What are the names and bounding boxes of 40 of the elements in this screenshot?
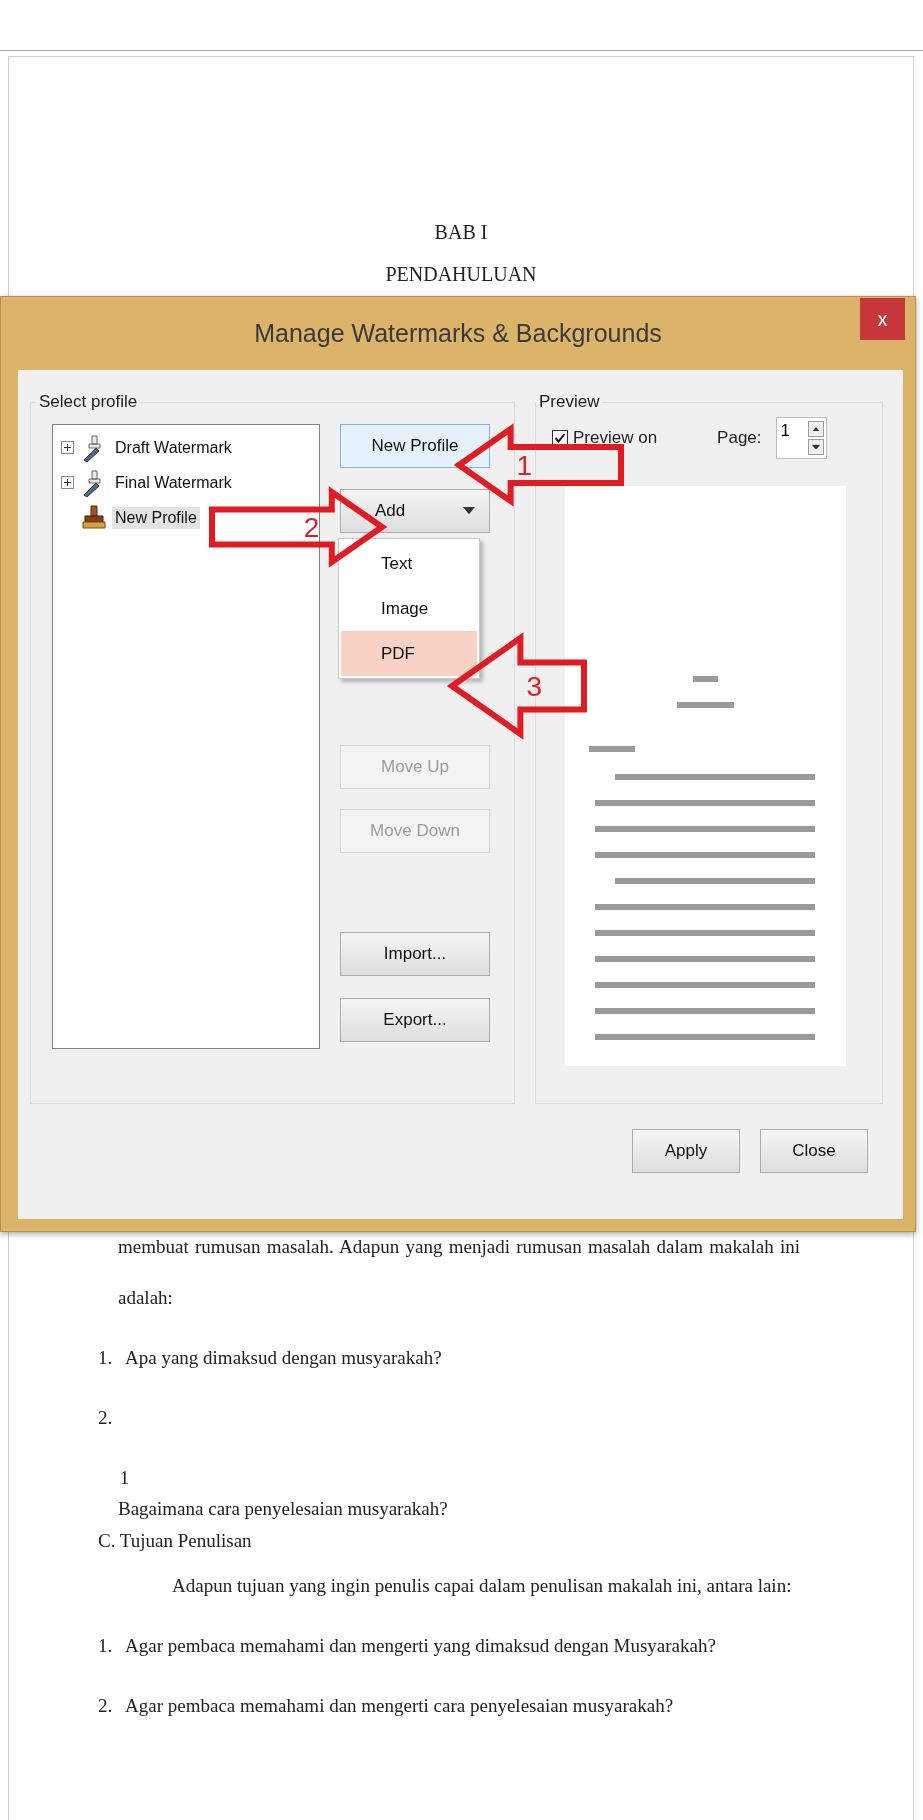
profile-button[interactable]: New Profile — [340, 424, 490, 468]
list-number: 1. — [98, 1634, 114, 1658]
expand-icon[interactable] — [61, 441, 74, 454]
list-item-text: Apa yang dimaksud dengan musyarakah? — [125, 1346, 442, 1370]
step-number: 3 — [526, 671, 542, 702]
profile-button[interactable]: Import... — [340, 932, 490, 976]
window-x-button[interactable]: x — [860, 298, 905, 340]
page-label: Page: — [717, 428, 762, 448]
profile-button[interactable]: Export... — [340, 998, 490, 1042]
menu-item[interactable]: PDF — [341, 631, 477, 676]
list-number: 2. — [98, 1406, 114, 1430]
footnote-number: 1 — [119, 1467, 129, 1490]
step-number: 2 — [303, 512, 320, 543]
tree-item[interactable]: Final Watermark — [112, 471, 235, 494]
add-dropdown[interactable]: Add — [340, 489, 490, 533]
list-item-text: Agar pembaca memahami dan mengerti cara penyelesaian musyarakah? — [125, 1694, 674, 1718]
caret-icon — [463, 507, 475, 515]
paragraph-text: membuat rumusan masalah. Adapun yang menjadi rumusan masalah dalam makalah ini — [117, 1235, 800, 1259]
document-heading: PENDAHULUAN — [384, 262, 538, 287]
window-title: Manage Watermarks & Backgrounds — [254, 319, 662, 348]
stamp-icon — [80, 503, 106, 532]
list-number: 2. — [98, 1694, 114, 1718]
group-label: Select profile — [38, 392, 139, 412]
menu-item[interactable]: Image — [341, 586, 477, 631]
document-heading: BAB I — [433, 220, 489, 245]
list-number: 1. — [98, 1346, 114, 1370]
paragraph-text: adalah: — [117, 1286, 173, 1310]
paragraph-text: Bagaimana cara penyelesaian musyarakah? — [117, 1497, 448, 1521]
dialog-button[interactable]: Close — [760, 1129, 868, 1173]
tree-item[interactable]: Draft Watermark — [112, 436, 235, 459]
section-heading: C. Tujuan Penulisan — [98, 1529, 252, 1553]
checkbox-label: Preview on — [573, 428, 658, 448]
expand-icon[interactable] — [61, 476, 74, 489]
paragraph-text: Adapun tujuan yang ingin penulis capai dalam penulisan makalah ini, antara lain: — [171, 1574, 792, 1598]
dialog-button[interactable]: Apply — [632, 1129, 740, 1173]
group-label: Preview — [538, 392, 601, 412]
list-item-text: Agar pembaca memahami dan mengerti yang dimaksud dengan Musyarakah? — [125, 1634, 716, 1658]
tree-item[interactable]: New Profile — [112, 506, 200, 529]
step-number: 1 — [516, 450, 533, 481]
menu-item[interactable]: Text — [341, 541, 477, 586]
